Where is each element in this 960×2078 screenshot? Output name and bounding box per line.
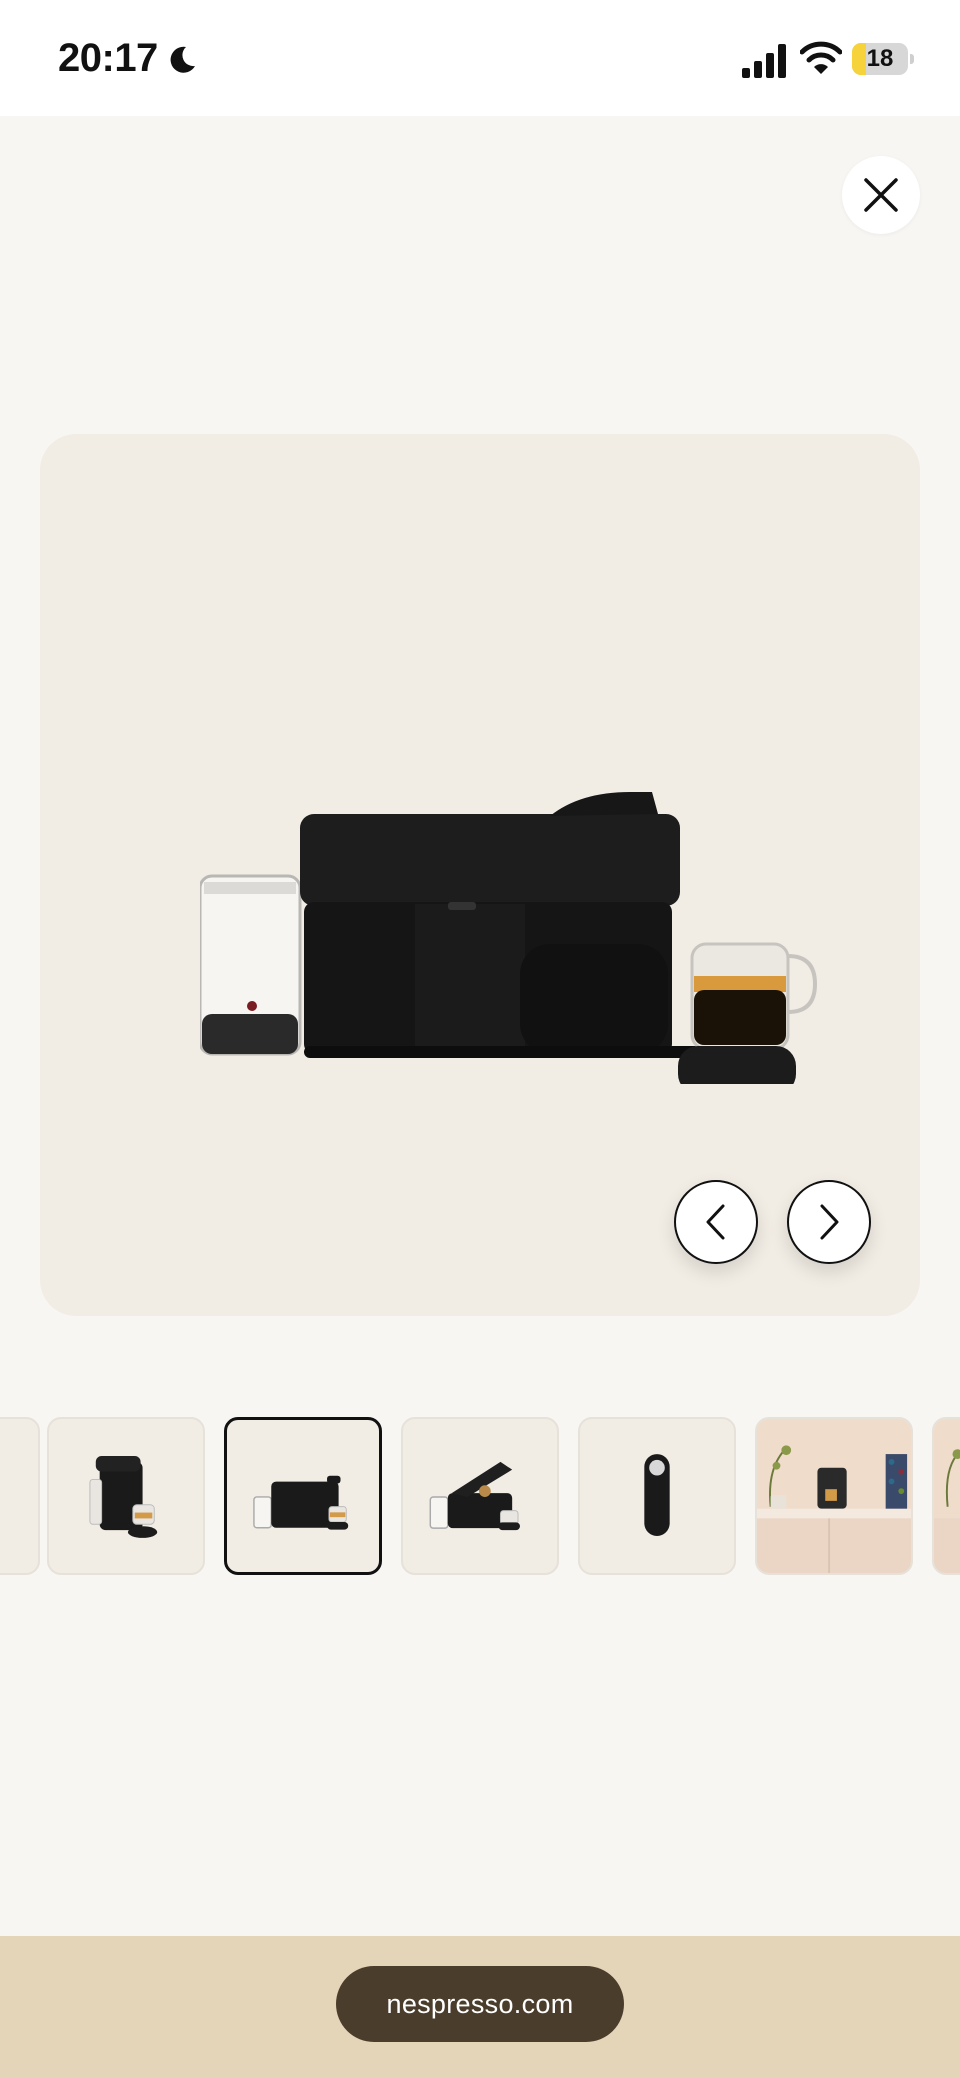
battery-tip bbox=[910, 54, 914, 64]
thumbnail-strip bbox=[0, 1416, 960, 1576]
machine-open-image bbox=[429, 1461, 520, 1531]
moon-icon bbox=[170, 46, 195, 73]
thumbnail-machine-side[interactable] bbox=[224, 1417, 382, 1575]
thumbnail-partial-left[interactable] bbox=[0, 1417, 40, 1575]
previous-image-button[interactable] bbox=[674, 1180, 758, 1264]
machine-side-image bbox=[253, 1475, 349, 1530]
browser-bottom-bar: nespresso.com bbox=[0, 1936, 960, 2078]
url-bar[interactable]: nespresso.com bbox=[336, 1966, 624, 2042]
thumbnail-kitchen-scene[interactable] bbox=[755, 1417, 913, 1575]
battery-level: 18 bbox=[866, 45, 894, 72]
chevron-left-icon bbox=[706, 1204, 725, 1240]
signal-icon bbox=[742, 44, 786, 78]
chevron-right-icon bbox=[820, 1204, 839, 1240]
kitchen-scene-image bbox=[757, 1419, 911, 1573]
next-image-button[interactable] bbox=[787, 1180, 871, 1264]
status-time: 20:17 bbox=[58, 36, 158, 80]
thumbnail-machine-front[interactable] bbox=[47, 1417, 205, 1575]
machine-top-image bbox=[644, 1454, 670, 1536]
main-product-image bbox=[40, 434, 920, 1316]
thumbnail-partial-right[interactable] bbox=[932, 1417, 960, 1575]
close-icon bbox=[864, 178, 898, 212]
thumbnail-machine-top[interactable] bbox=[578, 1417, 736, 1575]
thumbnail-machine-open[interactable] bbox=[401, 1417, 559, 1575]
battery-icon: 18 bbox=[852, 43, 914, 75]
machine-front-image bbox=[89, 1456, 158, 1538]
close-button[interactable] bbox=[842, 156, 920, 234]
coffee-machine-illustration bbox=[200, 792, 818, 1084]
wifi-icon bbox=[800, 41, 842, 74]
kitchen-scene-partial-image bbox=[934, 1419, 960, 1573]
status-bar: 20:17 18 bbox=[0, 0, 960, 116]
battery-body: 18 bbox=[852, 43, 908, 75]
